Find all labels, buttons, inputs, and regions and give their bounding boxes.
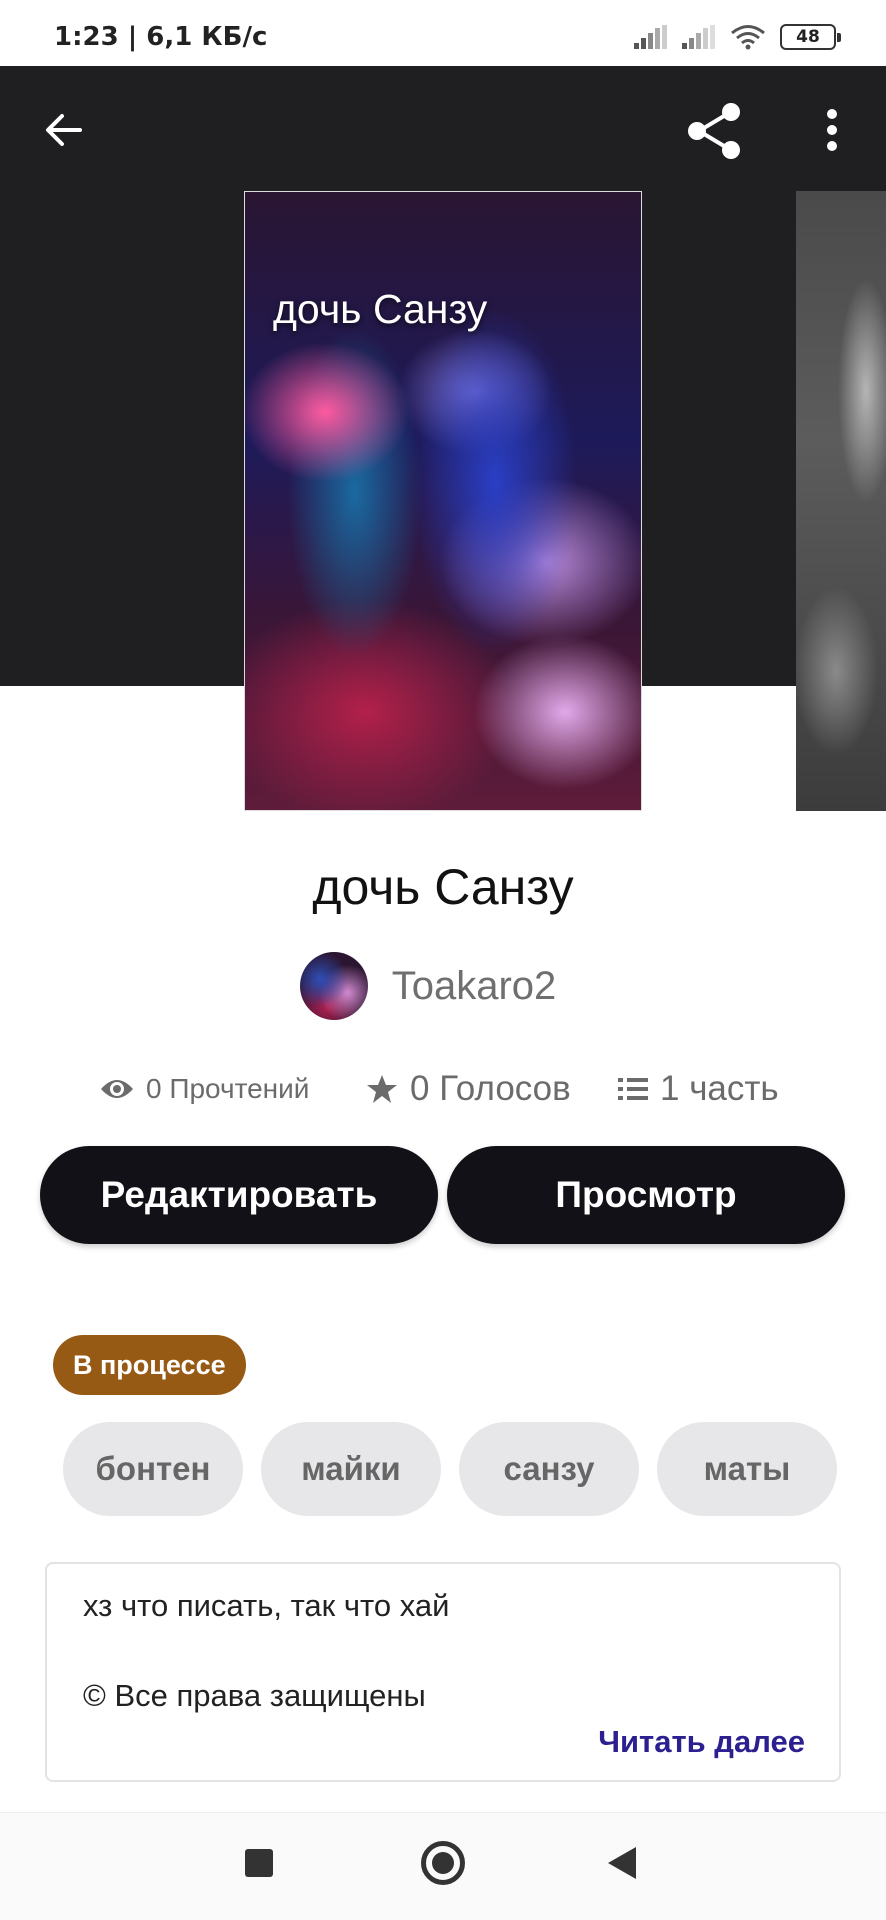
read-more-link[interactable]: Читать далее [598, 1724, 805, 1760]
story-cover[interactable]: дочь Санзу [244, 191, 642, 811]
description-text: хз что писать, так что хай [83, 1588, 450, 1623]
cover-title-text: дочь Санзу [273, 286, 488, 332]
system-nav-bar [0, 1812, 886, 1920]
tag-chip[interactable]: санзу [459, 1422, 639, 1516]
more-vertical-icon [827, 109, 837, 151]
view-button[interactable]: Просмотр [447, 1146, 845, 1244]
parts-stat: 1 часть [618, 1064, 779, 1114]
avatar[interactable] [299, 952, 368, 1020]
votes-count: 0 Голосов [410, 1069, 571, 1108]
copyright-text: © Все права защищены [83, 1678, 426, 1713]
status-badge: В процессе [53, 1335, 246, 1395]
votes-stat: 0 Голосов [366, 1064, 571, 1114]
edit-button[interactable]: Редактировать [40, 1146, 438, 1244]
status-bar: 1:23 | 6,1 КБ/с 48 [0, 0, 886, 66]
author-name[interactable]: Toakaro2 [392, 964, 557, 1009]
author-row[interactable]: Toakaro2 [0, 952, 886, 1020]
eye-icon [101, 1080, 133, 1098]
back-button[interactable] [34, 100, 94, 160]
back-arrow-icon [46, 114, 82, 146]
list-icon [618, 1078, 648, 1100]
share-icon [688, 103, 740, 159]
reads-stat: 0 Прочтений [100, 1064, 309, 1114]
next-story-cover[interactable] [796, 191, 886, 811]
tag-chip[interactable]: майки [261, 1422, 441, 1516]
system-back-button[interactable] [608, 1847, 636, 1879]
share-button[interactable] [680, 96, 750, 166]
story-stats: 0 Прочтений 0 Голосов 1 часть [0, 1064, 886, 1114]
star-icon [367, 1075, 397, 1103]
battery-icon: 48 [780, 24, 841, 50]
recent-apps-button[interactable] [245, 1849, 273, 1877]
reads-count: 0 Прочтений [146, 1073, 310, 1104]
home-button[interactable] [421, 1841, 465, 1885]
status-time-speed: 1:23 | 6,1 КБ/с [54, 22, 268, 52]
tag-chip[interactable]: маты [657, 1422, 837, 1516]
story-title: дочь Санзу [312, 859, 574, 915]
description-card: хз что писать, так что хай © Все права з… [45, 1562, 841, 1782]
tag-chip[interactable]: бонтен [63, 1422, 243, 1516]
parts-count: 1 часть [660, 1069, 779, 1108]
status-icons: 48 [634, 24, 841, 50]
wifi-icon [731, 25, 765, 50]
tag-list: бонтен майки санзу маты [63, 1422, 837, 1516]
signal-icon [634, 25, 667, 49]
battery-level: 48 [796, 27, 820, 47]
more-options-button[interactable] [804, 100, 860, 160]
signal-icon [682, 25, 715, 49]
